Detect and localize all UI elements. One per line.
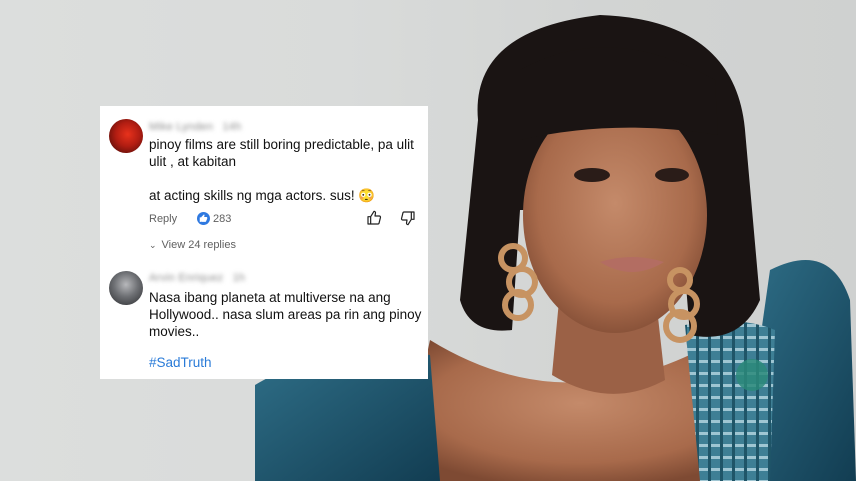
comments-card: Mike Lynden 14h pinoy films are still bo… [100,106,428,379]
comment-meta: Mike Lynden 14h [149,121,241,133]
avatar[interactable] [109,271,143,305]
view-replies-label: View 24 replies [161,239,236,251]
comment-time: 1h [232,272,246,284]
thumbs-down-icon[interactable] [400,210,416,226]
view-replies-button[interactable]: ⌄ View 24 replies [149,239,236,251]
comment-time: 14h [222,121,242,133]
hashtag-link[interactable]: #SadTruth [149,354,212,371]
reply-button[interactable]: Reply [149,213,177,225]
author-name[interactable]: Mike Lynden [149,121,213,133]
author-name[interactable]: Arvin Enriquez [149,272,223,284]
thumbs-up-icon[interactable] [366,210,382,226]
avatar[interactable] [109,119,143,153]
comment-meta: Arvin Enriquez 1h [149,272,245,284]
chevron-down-icon: ⌄ [149,240,157,250]
comment-text: pinoy films are still boring predictable… [149,137,414,203]
like-badge-icon [197,212,210,225]
comment-text: Nasa ibang planeta at multiverse na ang … [149,290,422,339]
like-count: 283 [213,213,232,225]
